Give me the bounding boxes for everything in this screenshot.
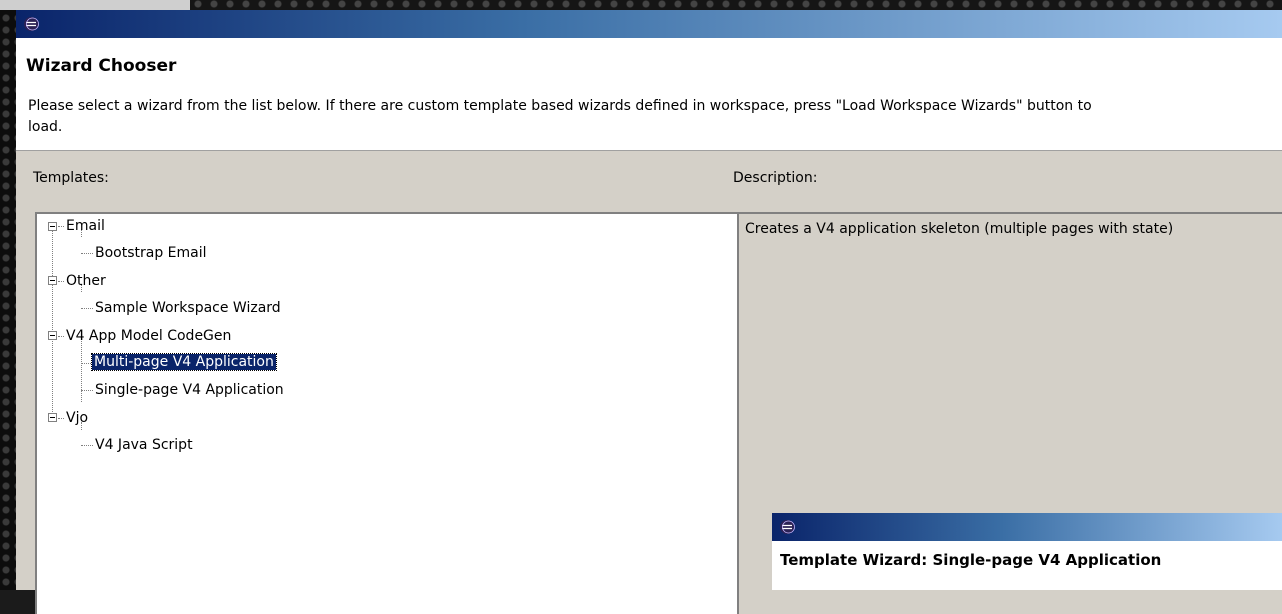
dialog-header-title: Wizard Chooser xyxy=(26,56,177,76)
tree-guide-line xyxy=(81,253,93,254)
header-description-line-1: Please select a wizard from the list bel… xyxy=(28,98,1092,114)
tree-guide-line xyxy=(58,226,64,227)
tree-node-bootstrap-email[interactable]: Bootstrap Email xyxy=(95,242,207,264)
tree-node-email[interactable]: Email xyxy=(66,215,105,237)
tree-node-v4-app-model-codegen[interactable]: V4 App Model CodeGen xyxy=(66,325,231,347)
tree-guide-line xyxy=(81,390,93,391)
template-wizard-title: Template Wizard: Single-page V4 Applicat… xyxy=(780,551,1162,569)
tree-node-vjo[interactable]: Vjo xyxy=(66,407,88,429)
desktop-background-top xyxy=(190,0,1282,10)
collapse-icon[interactable] xyxy=(48,276,57,285)
underlying-window-fragment xyxy=(0,0,190,10)
templates-label: Templates: xyxy=(33,170,109,186)
template-wizard-titlebar[interactable] xyxy=(772,513,1282,541)
tree-guide-line xyxy=(81,308,93,309)
description-label: Description: xyxy=(733,170,818,186)
tree-node-multi-page-v4-application[interactable]: Multi-page V4 Application xyxy=(91,352,277,372)
collapse-icon[interactable] xyxy=(48,413,57,422)
template-wizard-header: Template Wizard: Single-page V4 Applicat… xyxy=(772,541,1282,590)
wizard-chooser-dialog: Wizard Chooser Please select a wizard fr… xyxy=(16,10,1282,614)
desktop-background-left xyxy=(0,0,16,590)
selected-item-label: Multi-page V4 Application xyxy=(91,353,277,371)
tree-guide-line xyxy=(52,226,53,418)
dialog-header-description: Please select a wizard from the list bel… xyxy=(28,96,1282,138)
tree-node-other[interactable]: Other xyxy=(66,270,106,292)
collapse-icon[interactable] xyxy=(48,222,57,231)
tree-node-v4-java-script[interactable]: V4 Java Script xyxy=(95,434,193,456)
templates-tree[interactable]: Email Bootstrap Email Other Sample Works… xyxy=(35,212,737,614)
dialog-titlebar[interactable] xyxy=(16,10,1282,38)
collapse-icon[interactable] xyxy=(48,331,57,340)
tree-guide-line xyxy=(58,336,64,337)
eclipse-icon xyxy=(780,520,795,534)
description-text: Creates a V4 application skeleton (multi… xyxy=(745,221,1174,237)
tree-guide-line xyxy=(58,281,64,282)
template-wizard-dialog: Template Wizard: Single-page V4 Applicat… xyxy=(772,513,1282,590)
header-description-line-2: load. xyxy=(28,119,63,135)
tree-guide-line xyxy=(81,339,82,402)
tree-node-sample-workspace-wizard[interactable]: Sample Workspace Wizard xyxy=(95,297,281,319)
tree-guide-line xyxy=(58,418,64,419)
tree-node-single-page-v4-application[interactable]: Single-page V4 Application xyxy=(95,379,284,401)
tree-guide-line xyxy=(81,363,91,364)
eclipse-icon xyxy=(24,17,39,31)
tree-guide-line xyxy=(81,445,93,446)
dialog-header: Wizard Chooser Please select a wizard fr… xyxy=(16,38,1282,151)
